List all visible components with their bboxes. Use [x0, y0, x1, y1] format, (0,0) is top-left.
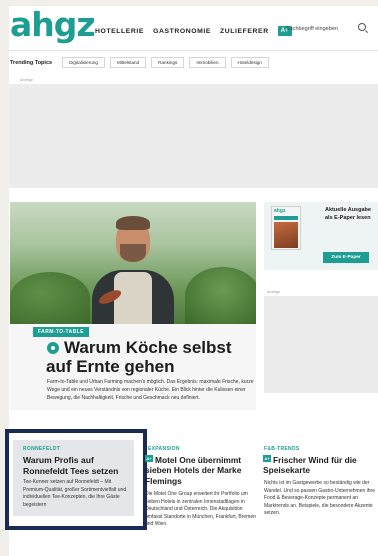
search-icon[interactable]	[358, 23, 366, 31]
chef-shirt	[114, 272, 152, 324]
plant-right	[185, 267, 256, 324]
magazine-cover[interactable]: ahgz	[271, 206, 301, 250]
nav-item-hotellerie[interactable]: HOTELLERIE	[95, 28, 144, 35]
card-title-expansion[interactable]: Motel One übernimmt sieben Hotels der Ma…	[145, 455, 257, 486]
nav-item-zulieferer[interactable]: ZULIEFERER	[220, 28, 269, 35]
header-divider	[9, 50, 378, 51]
magazine-stripe	[274, 216, 298, 220]
hero-image[interactable]	[10, 202, 256, 324]
card-title-fb[interactable]: Frischer Wind für die Speisekarte	[263, 455, 376, 476]
ad-label: Anzeige	[20, 78, 33, 82]
ahgz-logo[interactable]: ahgz	[10, 7, 96, 43]
search-input[interactable]: Suchbegriff eingeben	[286, 26, 338, 32]
plant-left	[10, 272, 90, 324]
ad-banner-top[interactable]	[9, 84, 378, 188]
card-text-fb: Nichts ist im Gastgewerbe so beständig w…	[264, 480, 375, 517]
ad-label-right: Anzeige	[267, 290, 280, 294]
topic-chip-rankings[interactable]: Rankings	[151, 57, 185, 68]
epaper-title: Aktuelle Ausgabe als E-Paper lesen	[325, 207, 371, 221]
chef-hair	[116, 216, 150, 230]
topic-chip-hoteldesign[interactable]: Hoteldesign	[230, 57, 269, 68]
card-kicker-expansion: EXPANSION	[148, 446, 180, 452]
hero-teaser: Farm-to-Table und Urban Farming machen's…	[47, 379, 254, 401]
ad-banner-right[interactable]	[264, 296, 378, 393]
chef-beard	[120, 244, 146, 262]
trending-label: Trending Topics	[10, 59, 53, 66]
magazine-photo	[274, 222, 298, 248]
highlight-frame	[5, 429, 147, 530]
card-kicker-fb: F&B-TRENDS	[264, 446, 300, 452]
trending-topics: Trending Topics Digitalisierung Mittelst…	[10, 57, 274, 68]
topic-chip-digitalisierung[interactable]: Digitalisierung	[62, 57, 105, 68]
magazine-logo: ahgz	[274, 208, 286, 214]
main-nav: HOTELLERIE GASTRONOMIE ZULIEFERER A+	[95, 26, 301, 36]
hero-kicker[interactable]: FARM-TO-TABLE	[33, 327, 89, 337]
topic-chip-mittelstand[interactable]: Mittelstand	[109, 57, 147, 68]
hero-title[interactable]: Warum Köche selbst auf Ernte gehen	[46, 338, 256, 376]
epaper-button[interactable]: Zum E-Paper	[323, 252, 369, 263]
card-text-expansion: Die Motel One Group erweitert ihr Portfo…	[145, 491, 256, 528]
topic-chip-immobilien[interactable]: Immobilien	[189, 57, 226, 68]
nav-item-gastronomie[interactable]: GASTRONOMIE	[153, 28, 211, 35]
